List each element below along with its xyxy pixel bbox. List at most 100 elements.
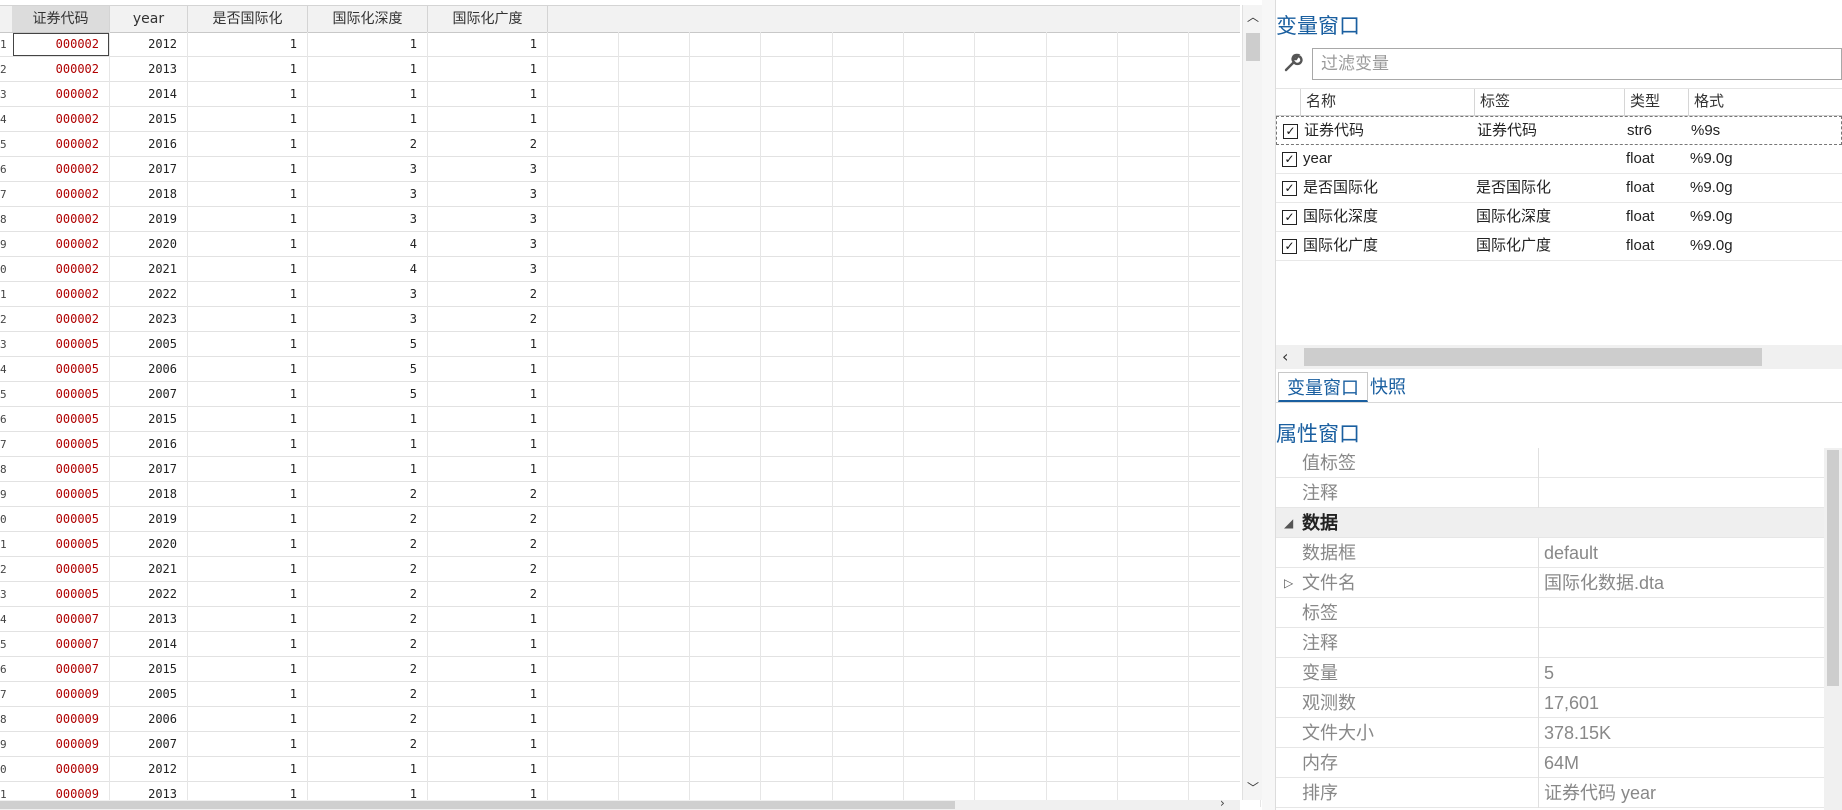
cell-year[interactable]: 2023 bbox=[110, 307, 188, 332]
empty-cell[interactable] bbox=[762, 607, 833, 632]
cell-breadth[interactable]: 1 bbox=[428, 357, 548, 382]
empty-cell[interactable] bbox=[1118, 682, 1189, 707]
empty-cell[interactable] bbox=[1047, 657, 1118, 682]
empty-cell[interactable] bbox=[690, 307, 761, 332]
property-row[interactable]: 值标签 bbox=[1276, 448, 1824, 478]
empty-cell[interactable] bbox=[619, 182, 690, 207]
properties-vertical-scroll-thumb[interactable] bbox=[1827, 450, 1839, 686]
cell-year[interactable]: 2017 bbox=[110, 157, 188, 182]
empty-cell[interactable] bbox=[619, 382, 690, 407]
empty-cell[interactable] bbox=[1047, 107, 1118, 132]
cell-year[interactable]: 2006 bbox=[110, 707, 188, 732]
empty-cell[interactable] bbox=[1118, 557, 1189, 582]
cell-year[interactable]: 2013 bbox=[110, 57, 188, 82]
property-row[interactable]: 注释 bbox=[1276, 628, 1824, 658]
cell-intl[interactable]: 1 bbox=[188, 207, 308, 232]
cell-intl[interactable]: 1 bbox=[188, 382, 308, 407]
cell-breadth[interactable]: 2 bbox=[428, 557, 548, 582]
column-header-depth[interactable]: 国际化深度 bbox=[308, 6, 428, 32]
empty-cell[interactable] bbox=[1047, 457, 1118, 482]
cell-year[interactable]: 2020 bbox=[110, 232, 188, 257]
row-number[interactable]: 2 bbox=[0, 307, 12, 332]
empty-cell[interactable] bbox=[548, 682, 619, 707]
cell-breadth[interactable]: 1 bbox=[428, 32, 548, 57]
row-number[interactable]: 0 bbox=[0, 507, 12, 532]
empty-cell[interactable] bbox=[976, 182, 1047, 207]
cell-depth[interactable]: 1 bbox=[308, 32, 428, 57]
empty-cell[interactable] bbox=[1047, 407, 1118, 432]
cell-code[interactable]: 000002 bbox=[12, 282, 110, 307]
cell-breadth[interactable]: 1 bbox=[428, 332, 548, 357]
properties-vertical-scrollbar[interactable] bbox=[1824, 448, 1842, 810]
empty-cell[interactable] bbox=[762, 632, 833, 657]
cell-breadth[interactable]: 2 bbox=[428, 307, 548, 332]
empty-cell[interactable] bbox=[1047, 57, 1118, 82]
empty-cell[interactable] bbox=[1047, 682, 1118, 707]
cell-year[interactable]: 2015 bbox=[110, 657, 188, 682]
empty-cell[interactable] bbox=[904, 532, 975, 557]
property-row[interactable]: ▷ 文件名 国际化数据.dta bbox=[1276, 568, 1824, 598]
empty-cell[interactable] bbox=[1118, 82, 1189, 107]
cell-year[interactable]: 2015 bbox=[110, 107, 188, 132]
empty-cell[interactable] bbox=[976, 632, 1047, 657]
empty-cell[interactable] bbox=[904, 357, 975, 382]
property-row[interactable]: 注释 bbox=[1276, 478, 1824, 508]
cell-breadth[interactable]: 2 bbox=[428, 532, 548, 557]
empty-cell[interactable] bbox=[548, 607, 619, 632]
collapse-triangle-icon[interactable]: ◢ bbox=[1284, 508, 1293, 538]
empty-cell[interactable] bbox=[976, 707, 1047, 732]
empty-cell[interactable] bbox=[548, 532, 619, 557]
empty-cell[interactable] bbox=[1118, 57, 1189, 82]
empty-cell[interactable] bbox=[762, 507, 833, 532]
empty-cell[interactable] bbox=[690, 257, 761, 282]
empty-cell[interactable] bbox=[548, 457, 619, 482]
empty-cell[interactable] bbox=[762, 282, 833, 307]
empty-cell[interactable] bbox=[976, 357, 1047, 382]
cell-breadth[interactable]: 3 bbox=[428, 257, 548, 282]
empty-cell[interactable] bbox=[976, 557, 1047, 582]
row-number[interactable]: 5 bbox=[0, 382, 12, 407]
cell-depth[interactable]: 2 bbox=[308, 557, 428, 582]
empty-cell[interactable] bbox=[619, 732, 690, 757]
cell-breadth[interactable]: 2 bbox=[428, 482, 548, 507]
cell-breadth[interactable]: 1 bbox=[428, 57, 548, 82]
empty-cell[interactable] bbox=[548, 57, 619, 82]
empty-cell[interactable] bbox=[976, 207, 1047, 232]
empty-cell[interactable] bbox=[976, 482, 1047, 507]
empty-cell[interactable] bbox=[904, 557, 975, 582]
grid-horizontal-scrollbar[interactable] bbox=[0, 800, 1240, 810]
empty-cell[interactable] bbox=[690, 57, 761, 82]
empty-cell[interactable] bbox=[548, 732, 619, 757]
empty-cell[interactable] bbox=[1118, 457, 1189, 482]
cell-intl[interactable]: 1 bbox=[188, 357, 308, 382]
row-number[interactable]: 0 bbox=[0, 757, 12, 782]
cell-intl[interactable]: 1 bbox=[188, 732, 308, 757]
cell-intl[interactable]: 1 bbox=[188, 232, 308, 257]
row-number[interactable]: 8 bbox=[0, 207, 12, 232]
empty-cell[interactable] bbox=[690, 107, 761, 132]
empty-cell[interactable] bbox=[1047, 557, 1118, 582]
property-row[interactable]: 标签 bbox=[1276, 598, 1824, 628]
empty-cell[interactable] bbox=[762, 407, 833, 432]
row-number[interactable]: 9 bbox=[0, 232, 12, 257]
cell-year[interactable]: 2016 bbox=[110, 132, 188, 157]
empty-cell[interactable] bbox=[976, 32, 1047, 57]
variable-checkbox[interactable]: ✓ bbox=[1282, 239, 1297, 254]
cell-depth[interactable]: 2 bbox=[308, 657, 428, 682]
cell-code[interactable]: 000007 bbox=[12, 632, 110, 657]
row-number[interactable]: 1 bbox=[0, 282, 12, 307]
empty-cell[interactable] bbox=[904, 432, 975, 457]
cell-breadth[interactable]: 2 bbox=[428, 282, 548, 307]
row-number[interactable]: 1 bbox=[0, 532, 12, 557]
empty-cell[interactable] bbox=[976, 457, 1047, 482]
empty-cell[interactable] bbox=[619, 82, 690, 107]
cell-code[interactable]: 000005 bbox=[12, 482, 110, 507]
column-header-code[interactable]: 证券代码 bbox=[12, 6, 110, 32]
empty-cell[interactable] bbox=[1047, 307, 1118, 332]
row-number[interactable]: 6 bbox=[0, 407, 12, 432]
empty-cell[interactable] bbox=[1047, 707, 1118, 732]
cell-year[interactable]: 2015 bbox=[110, 407, 188, 432]
row-number[interactable]: 9 bbox=[0, 482, 12, 507]
cell-year[interactable]: 2006 bbox=[110, 357, 188, 382]
empty-cell[interactable] bbox=[619, 282, 690, 307]
